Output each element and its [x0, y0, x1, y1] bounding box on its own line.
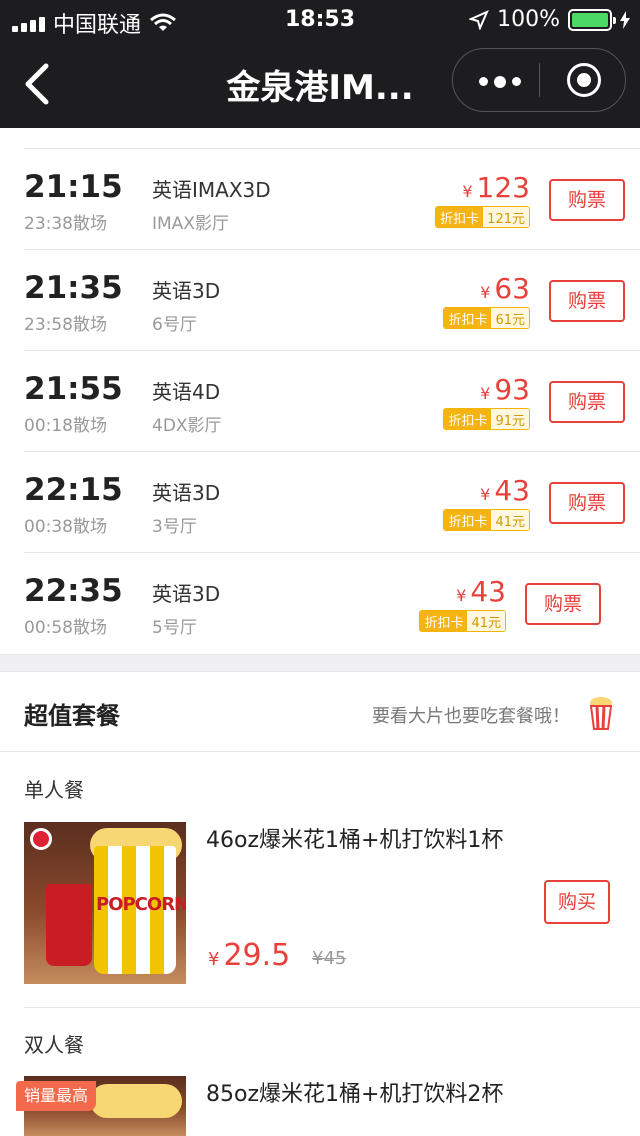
start-time: 22:35	[24, 573, 123, 609]
end-time: 00:38散场	[24, 517, 107, 537]
price-value: 29.5	[223, 938, 291, 973]
popcorn-cup-icon	[589, 697, 613, 730]
original-price: ¥45	[312, 948, 347, 969]
buy-ticket-button[interactable]: 购票	[549, 381, 625, 423]
combo-tip: 要看大片也要吃套餐哦！	[372, 706, 570, 727]
currency-symbol: ¥	[456, 586, 467, 605]
start-time: 21:15	[24, 169, 123, 205]
hall-name: 5号厅	[152, 618, 197, 638]
discount-card-badge: 折扣卡 41元	[419, 610, 506, 632]
card-price: 41元	[491, 510, 529, 530]
card-label: 折扣卡	[436, 207, 484, 227]
ticket-price: ¥43	[456, 575, 506, 608]
best-seller-badge: 销量最高	[16, 1081, 97, 1111]
buy-ticket-button[interactable]: 购票	[549, 482, 625, 524]
capsule-divider	[539, 63, 540, 97]
status-right: 100%	[469, 7, 630, 32]
discount-card-badge: 折扣卡 41元	[443, 509, 530, 531]
divider	[24, 1007, 640, 1008]
combo-header: 超值套餐 要看大片也要吃套餐哦！	[0, 672, 640, 752]
end-time: 00:58散场	[24, 618, 107, 638]
start-time: 21:55	[24, 371, 123, 407]
start-time: 21:35	[24, 270, 123, 306]
location-arrow-icon	[469, 9, 490, 30]
product-name: 85oz爆米花1桶+机打饮料2杯	[206, 1082, 504, 1107]
language-format: 英语4D	[152, 380, 221, 404]
showtime-list: 21:15 23:38散场 英语IMAX3D IMAX影厅 ¥123 折扣卡 12…	[0, 149, 640, 654]
product-price: ¥29.5	[208, 938, 290, 973]
card-price: 121元	[483, 207, 529, 227]
end-time: 23:58散场	[24, 315, 107, 335]
buy-ticket-button[interactable]: 购票	[525, 583, 601, 625]
price-value: 123	[476, 171, 530, 204]
end-time: 00:18散场	[24, 416, 107, 436]
nav-bar: 金泉港IM...	[0, 40, 640, 128]
hall-name: 6号厅	[152, 315, 197, 335]
currency-symbol: ¥	[480, 384, 491, 403]
ticket-price: ¥63	[480, 272, 530, 305]
discount-card-badge: 折扣卡 121元	[435, 206, 530, 228]
currency-symbol: ¥	[480, 283, 491, 302]
hall-name: IMAX影厅	[152, 214, 229, 234]
price-value: 43	[470, 575, 506, 608]
price-value: 93	[494, 373, 530, 406]
card-label: 折扣卡	[444, 409, 492, 429]
language-format: 英语3D	[152, 481, 221, 505]
card-price: 91元	[491, 409, 529, 429]
combo-group-label: 单人餐	[24, 778, 84, 802]
currency-symbol: ¥	[480, 485, 491, 504]
ticket-price: ¥123	[462, 171, 530, 204]
language-format: 英语3D	[152, 582, 221, 606]
combo-group-label: 双人餐	[24, 1033, 84, 1057]
card-price: 61元	[491, 308, 529, 328]
currency-symbol: ¥	[462, 182, 473, 201]
card-label: 折扣卡	[444, 308, 492, 328]
miniprogram-capsule	[452, 48, 626, 112]
battery-percent: 100%	[497, 7, 560, 32]
status-bar: 中国联通 18:53 100%	[0, 0, 640, 40]
showtime-row: 21:35 23:58散场 英语3D 6号厅 ¥63 折扣卡 61元 购票	[24, 250, 640, 351]
more-icon[interactable]	[479, 75, 521, 88]
showtime-row: 21:15 23:38散场 英语IMAX3D IMAX影厅 ¥123 折扣卡 12…	[24, 149, 640, 250]
combo-product: POPCORN 46oz爆米花1桶+机打饮料1杯 ¥29.5 ¥45 购买	[0, 822, 640, 1007]
product-image: POPCORN	[24, 822, 186, 984]
card-label: 折扣卡	[420, 611, 468, 631]
card-price: 41元	[467, 611, 505, 631]
language-format: 英语3D	[152, 279, 221, 303]
section-gap	[0, 654, 640, 672]
product-name: 46oz爆米花1桶+机打饮料1杯	[206, 828, 504, 853]
end-time: 23:38散场	[24, 214, 107, 234]
discount-card-badge: 折扣卡 91元	[443, 408, 530, 430]
close-miniprogram-icon[interactable]	[567, 63, 601, 97]
buy-combo-button[interactable]: 购买	[544, 880, 610, 924]
showtime-row: 21:55 00:18散场 英语4D 4DX影厅 ¥93 折扣卡 91元 购票	[24, 351, 640, 452]
showtime-row: 22:15 00:38散场 英语3D 3号厅 ¥43 折扣卡 41元 购票	[24, 452, 640, 553]
ticket-price: ¥43	[480, 474, 530, 507]
hall-name: 4DX影厅	[152, 416, 222, 436]
battery-icon	[568, 8, 616, 31]
ticket-price: ¥93	[480, 373, 530, 406]
popcorn-label: POPCORN	[96, 894, 186, 915]
card-label: 折扣卡	[444, 510, 492, 530]
start-time: 22:15	[24, 472, 123, 508]
charging-icon	[620, 10, 630, 29]
cinema-logo-icon	[30, 828, 52, 850]
combo-section-title: 超值套餐	[24, 702, 120, 730]
buy-ticket-button[interactable]: 购票	[549, 280, 625, 322]
discount-card-badge: 折扣卡 61元	[443, 307, 530, 329]
price-value: 63	[494, 272, 530, 305]
hall-name: 3号厅	[152, 517, 197, 537]
currency-symbol: ¥	[208, 949, 220, 970]
language-format: 英语IMAX3D	[152, 178, 271, 202]
buy-ticket-button[interactable]: 购票	[549, 179, 625, 221]
price-value: 43	[494, 474, 530, 507]
showtime-row: 22:35 00:58散场 英语3D 5号厅 ¥43 折扣卡 41元 购票	[0, 553, 640, 654]
